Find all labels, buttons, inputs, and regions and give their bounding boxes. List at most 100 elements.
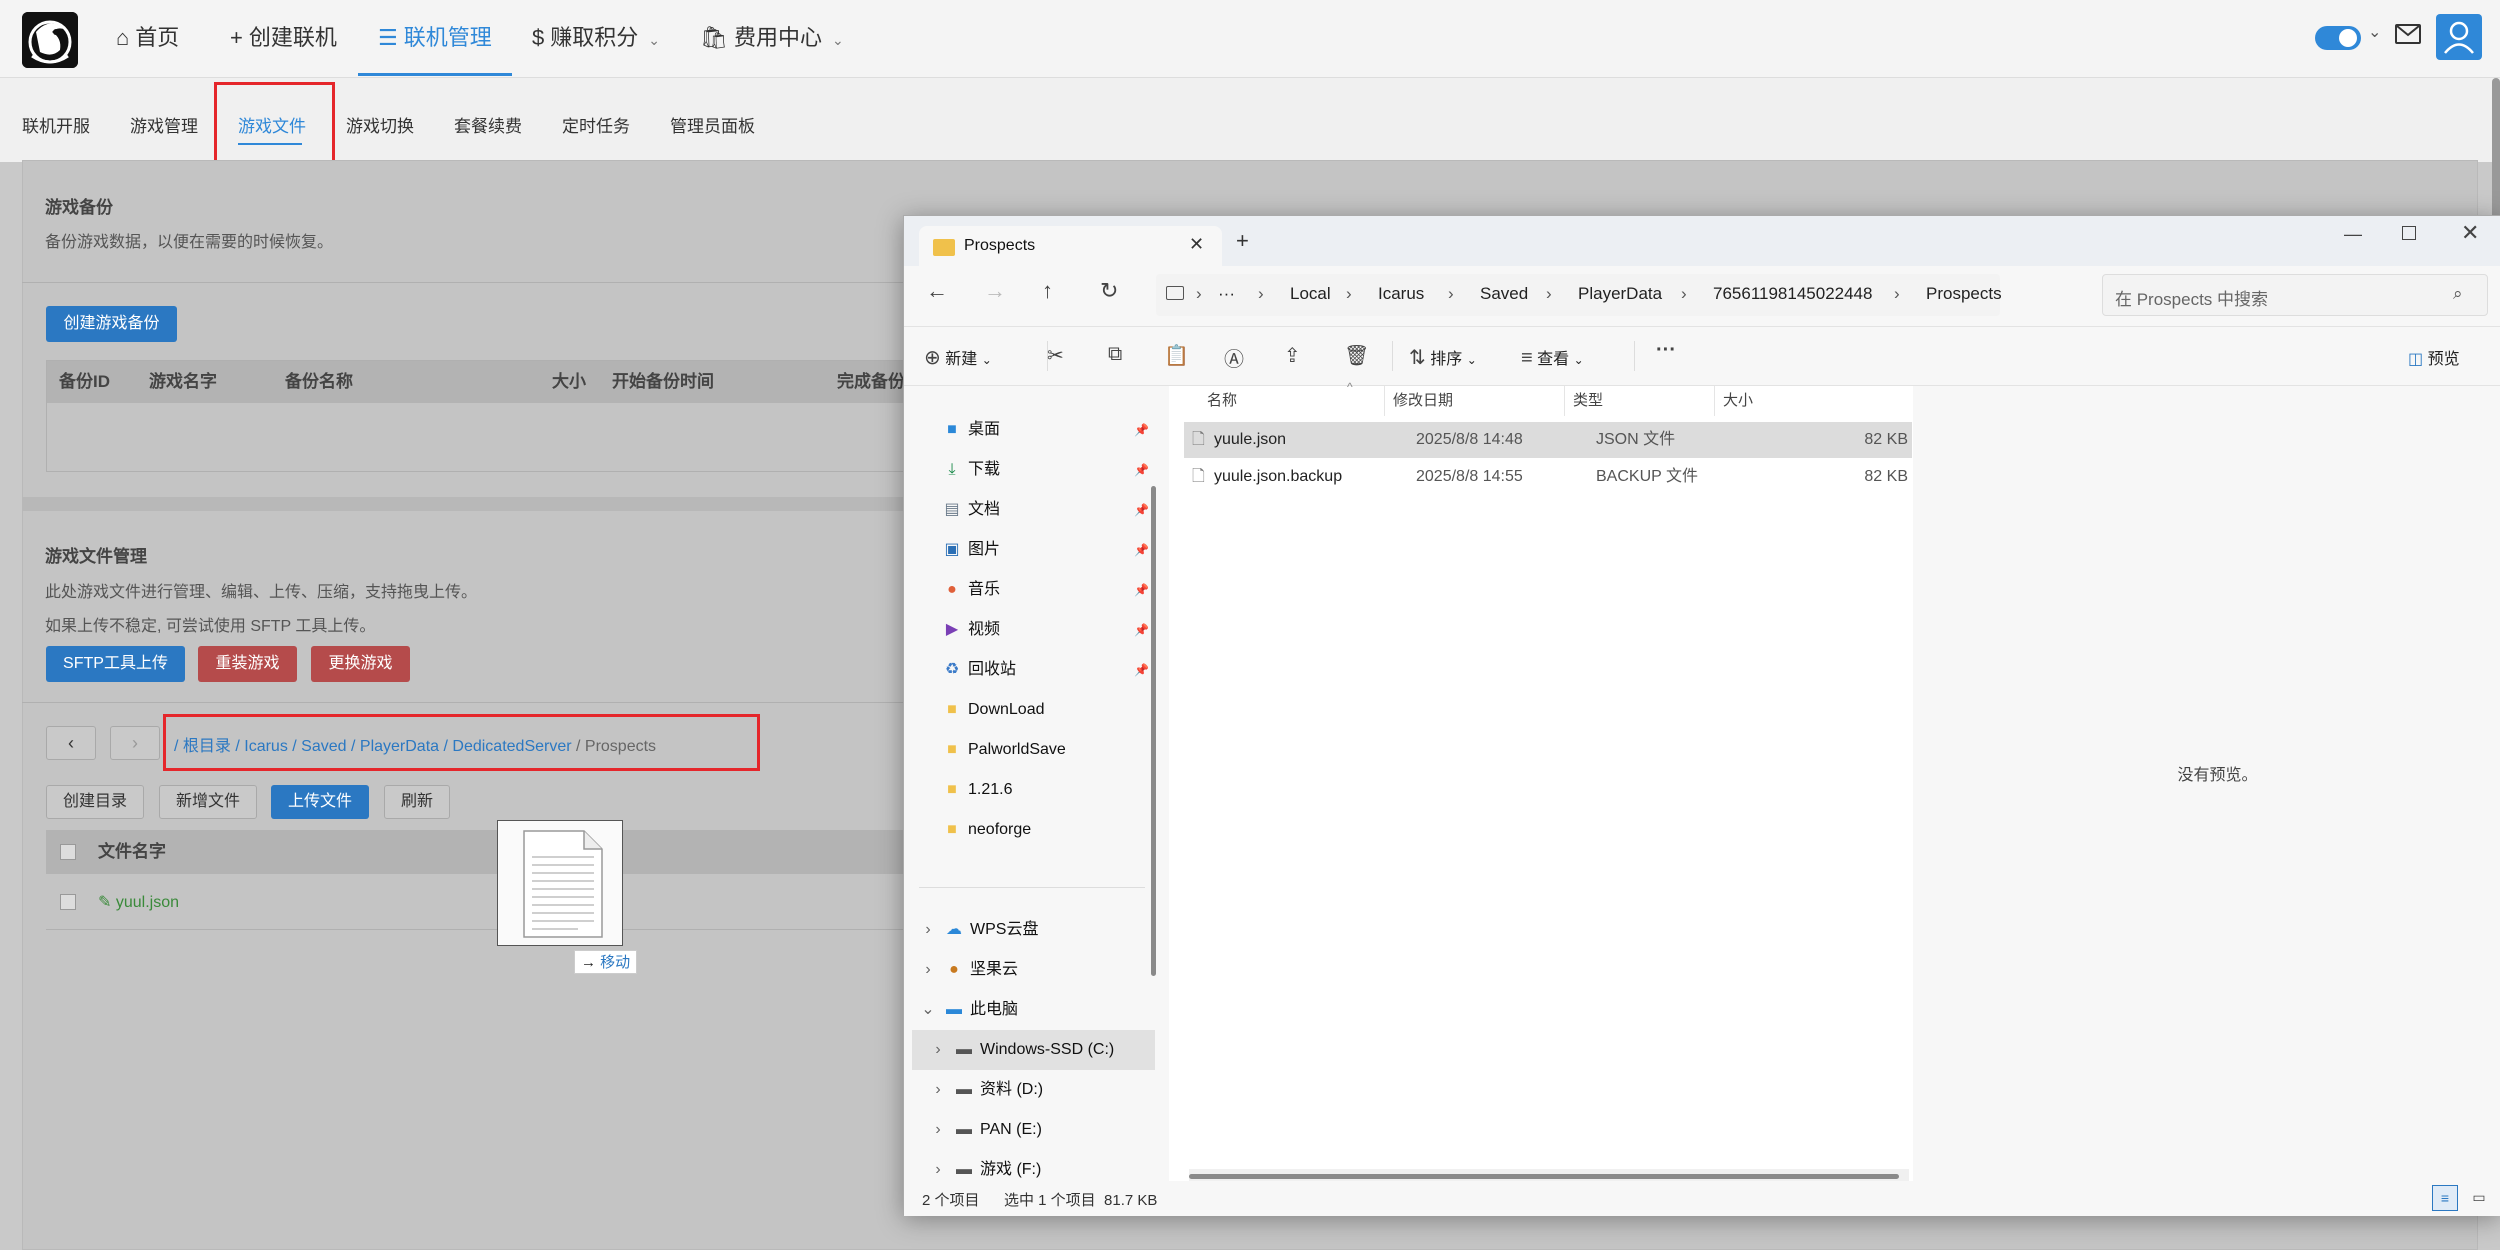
file-row[interactable]: 🗋 yuule.json.backup 2025/8/8 14:55 BACKU… bbox=[1184, 459, 1912, 495]
refresh-button[interactable]: 刷新 bbox=[384, 785, 450, 819]
row-checkbox[interactable] bbox=[60, 894, 76, 910]
file-explorer-window: Prospects ✕ + — ✕ ← → ↑ ↻ › ··· › Local … bbox=[903, 215, 2500, 1216]
create-backup-button[interactable]: 创建游戏备份 bbox=[46, 306, 177, 342]
nav-desktop[interactable]: ■ 桌面 📌 bbox=[912, 410, 1155, 450]
folder-icon: ■ bbox=[947, 821, 957, 838]
nav-this-pc[interactable]: ⌄ ▬ 此电脑 bbox=[912, 990, 1155, 1030]
nav-scrollbar[interactable] bbox=[1151, 486, 1156, 976]
more-icon[interactable]: ··· bbox=[1218, 284, 1235, 304]
paste-icon[interactable]: 📋 bbox=[1164, 343, 1189, 368]
details-view-icon[interactable]: ≡ bbox=[2432, 1185, 2458, 1211]
navigation-pane: ■ 桌面 📌 ⤓ 下载 📌 ▤ 文档 📌 ▣ 图片 📌 ● 音乐 📌 ▶ 视频 📌 ♻ 回收站 📌 ■ Dow… bbox=[904, 386, 1164, 1186]
path-steamid[interactable]: 76561198145022448 bbox=[1713, 284, 1872, 304]
select-all-checkbox[interactable] bbox=[60, 844, 76, 860]
nav-billing[interactable]: 🛍 费用中心 ⌄ bbox=[700, 0, 844, 76]
address-bar[interactable]: › ··· › Local › Icarus › Saved › PlayerD… bbox=[1156, 274, 2002, 316]
up-arrow-icon[interactable]: ↑ bbox=[1042, 278, 1053, 304]
cut-icon[interactable]: ✂ bbox=[1047, 343, 1064, 368]
theme-toggle[interactable] bbox=[2315, 26, 2361, 50]
nav-home[interactable]: ⌂ 首页 bbox=[116, 0, 179, 76]
file-size: 82 KB bbox=[1864, 431, 1908, 448]
nav-folder-neoforge[interactable]: ■ neoforge bbox=[912, 810, 1155, 850]
new-file-button[interactable]: 新增文件 bbox=[159, 785, 257, 819]
nav-recycle-bin[interactable]: ♻ 回收站 📌 bbox=[912, 650, 1155, 690]
horizontal-scrollbar[interactable] bbox=[1189, 1174, 1899, 1179]
share-icon[interactable]: ⇪ bbox=[1284, 343, 1301, 368]
nav-wps-cloud[interactable]: › ☁ WPS云盘 bbox=[912, 910, 1155, 950]
status-selection: 选中 1 个项目 81.7 KB bbox=[1004, 1192, 1158, 1209]
col-size[interactable]: 大小 bbox=[1715, 386, 1805, 416]
nav-manage[interactable]: ☰ 联机管理 bbox=[358, 0, 512, 76]
file-table-row[interactable]: ✎ yuul.json bbox=[46, 874, 906, 930]
nav-downloads[interactable]: ⤓ 下载 📌 bbox=[912, 450, 1155, 490]
more-options-icon[interactable]: ··· bbox=[1656, 339, 1676, 362]
drive-icon: ▬ bbox=[956, 1041, 972, 1058]
nav-documents[interactable]: ▤ 文档 📌 bbox=[912, 490, 1155, 530]
delete-icon[interactable]: 🗑 bbox=[1344, 343, 1369, 368]
nav-folder-download[interactable]: ■ DownLoad bbox=[912, 690, 1155, 730]
new-tab-icon[interactable]: + bbox=[1236, 228, 1249, 254]
col-modified[interactable]: 修改日期 bbox=[1385, 386, 1565, 416]
sftp-upload-button[interactable]: SFTP工具上传 bbox=[46, 646, 185, 682]
mail-icon[interactable] bbox=[2395, 24, 2421, 44]
view-button[interactable]: ≡ 查看 ⌄ bbox=[1521, 345, 1584, 370]
refresh-icon[interactable]: ↻ bbox=[1100, 278, 1118, 304]
path-local[interactable]: Local bbox=[1290, 284, 1331, 304]
explorer-tab[interactable]: Prospects ✕ bbox=[919, 226, 1222, 268]
search-box[interactable]: 在 Prospects 中搜索 ⌕ bbox=[2102, 274, 2488, 316]
chevron-left-icon: ‹ bbox=[68, 733, 74, 753]
top-nav: ⌂ 首页 + 创建联机 ☰ 联机管理 $ 赚取积分 ⌄ 🛍 费用中心 ⌄ ⌄ bbox=[0, 0, 2500, 78]
back-button[interactable]: ‹ bbox=[46, 726, 96, 760]
col-name[interactable]: 名称 bbox=[1189, 386, 1385, 416]
back-arrow-icon[interactable]: ← bbox=[926, 278, 948, 304]
user-avatar[interactable] bbox=[2436, 14, 2482, 60]
pin-icon: 📌 bbox=[1134, 423, 1149, 437]
path-icarus[interactable]: Icarus bbox=[1378, 284, 1424, 304]
new-button[interactable]: ⊕ 新建 ⌄ bbox=[924, 345, 992, 370]
path-playerdata[interactable]: PlayerData bbox=[1578, 284, 1662, 304]
tab-scheduled-tasks[interactable]: 定时任务 bbox=[562, 112, 630, 137]
nav-drive-c[interactable]: › ▬ Windows-SSD (C:) bbox=[912, 1030, 1155, 1070]
copy-icon[interactable]: ⧉ bbox=[1108, 343, 1122, 366]
nav-jianguoyun[interactable]: › ● 坚果云 bbox=[912, 950, 1155, 990]
path-saved[interactable]: Saved bbox=[1480, 284, 1528, 304]
maximize-icon[interactable] bbox=[2402, 226, 2416, 240]
forward-arrow-icon[interactable]: → bbox=[984, 278, 1006, 304]
nav-videos[interactable]: ▶ 视频 📌 bbox=[912, 610, 1155, 650]
tab-server-start[interactable]: 联机开服 bbox=[22, 112, 90, 137]
col-type[interactable]: 类型 bbox=[1565, 386, 1715, 416]
path-prospects[interactable]: Prospects bbox=[1926, 284, 2002, 304]
toolbar-divider bbox=[1392, 341, 1393, 371]
nav-folder-palworldsave[interactable]: ■ PalworldSave bbox=[912, 730, 1155, 770]
tab-plan-renew[interactable]: 套餐续费 bbox=[454, 112, 522, 137]
nav-pictures[interactable]: ▣ 图片 📌 bbox=[912, 530, 1155, 570]
folder-icon: ■ bbox=[947, 741, 957, 758]
drag-file-ghost bbox=[497, 820, 623, 946]
tab-game-manage[interactable]: 游戏管理 bbox=[130, 112, 198, 137]
tab-game-switch[interactable]: 游戏切换 bbox=[346, 112, 414, 137]
nav-music[interactable]: ● 音乐 📌 bbox=[912, 570, 1155, 610]
site-logo[interactable] bbox=[22, 12, 78, 68]
reinstall-game-button[interactable]: 重装游戏 bbox=[198, 646, 297, 682]
rename-icon[interactable]: Ⓐ bbox=[1224, 343, 1244, 372]
file-row[interactable]: 🗋 yuule.json 2025/8/8 14:48 JSON 文件 82 K… bbox=[1184, 422, 1912, 458]
nav-drive-d[interactable]: › ▬ 资料 (D:) bbox=[912, 1070, 1155, 1110]
file-link[interactable]: ✎ yuul.json bbox=[98, 892, 179, 912]
preview-button[interactable]: ◫ 预览 bbox=[2408, 345, 2460, 369]
close-window-icon[interactable]: ✕ bbox=[2461, 220, 2479, 246]
sort-button[interactable]: ⇅ 排序 ⌄ bbox=[1409, 345, 1477, 370]
minimize-icon[interactable]: — bbox=[2344, 224, 2362, 245]
chevron-down-icon[interactable]: ⌄ bbox=[2368, 22, 2381, 42]
nav-drive-e[interactable]: › ▬ PAN (E:) bbox=[912, 1110, 1155, 1150]
change-game-button[interactable]: 更换游戏 bbox=[311, 646, 410, 682]
nav-create[interactable]: + 创建联机 bbox=[230, 0, 337, 76]
tiles-view-icon[interactable]: ▭ bbox=[2466, 1185, 2492, 1211]
nav-earn-points[interactable]: $ 赚取积分 ⌄ bbox=[532, 0, 660, 76]
tab-admin-panel[interactable]: 管理员面板 bbox=[670, 112, 755, 137]
close-tab-icon[interactable]: ✕ bbox=[1189, 234, 1204, 255]
create-folder-button[interactable]: 创建目录 bbox=[46, 785, 144, 819]
forward-button[interactable]: › bbox=[110, 726, 160, 760]
file-name: yuule.json.backup bbox=[1214, 468, 1343, 485]
upload-file-button[interactable]: 上传文件 bbox=[271, 785, 369, 819]
nav-folder-1216[interactable]: ■ 1.21.6 bbox=[912, 770, 1155, 810]
